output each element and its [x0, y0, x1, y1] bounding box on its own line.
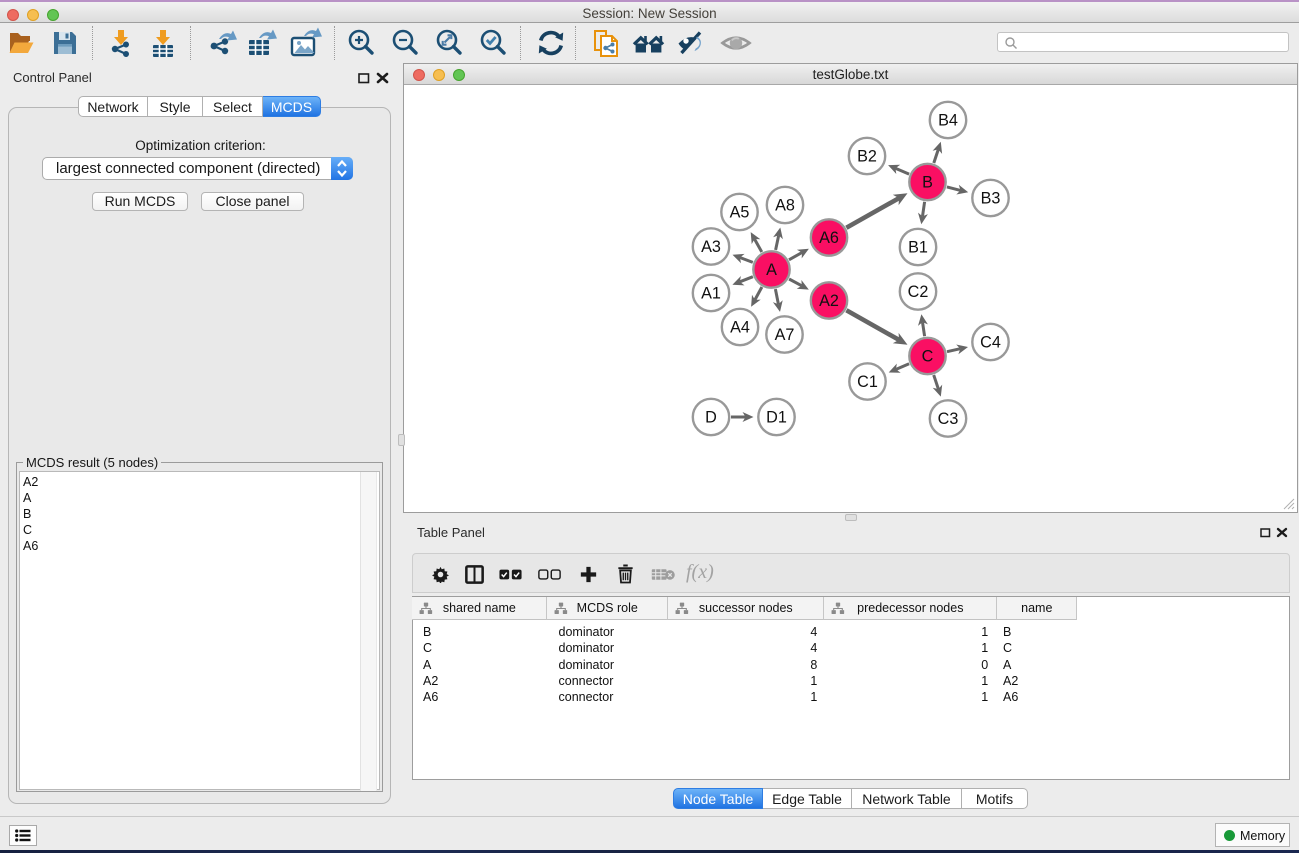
svg-text:B2: B2 [857, 148, 877, 166]
svg-text:A2: A2 [819, 292, 839, 310]
svg-text:A3: A3 [701, 238, 721, 256]
svg-text:A5: A5 [730, 204, 750, 222]
svg-text:A7: A7 [775, 326, 795, 344]
svg-text:A4: A4 [730, 319, 750, 337]
svg-text:B1: B1 [908, 239, 928, 257]
svg-text:B4: B4 [938, 112, 958, 130]
svg-text:C1: C1 [857, 373, 878, 391]
svg-text:D1: D1 [766, 409, 787, 427]
svg-text:A1: A1 [701, 285, 721, 303]
svg-text:C3: C3 [938, 410, 959, 428]
svg-text:A6: A6 [819, 229, 839, 247]
svg-text:C4: C4 [980, 334, 1001, 352]
svg-text:A8: A8 [775, 197, 795, 215]
svg-text:C: C [922, 348, 934, 366]
svg-text:D: D [705, 409, 717, 427]
svg-text:B: B [922, 174, 933, 192]
svg-text:B3: B3 [981, 190, 1001, 208]
svg-text:A: A [766, 261, 777, 279]
svg-text:C2: C2 [908, 283, 929, 301]
